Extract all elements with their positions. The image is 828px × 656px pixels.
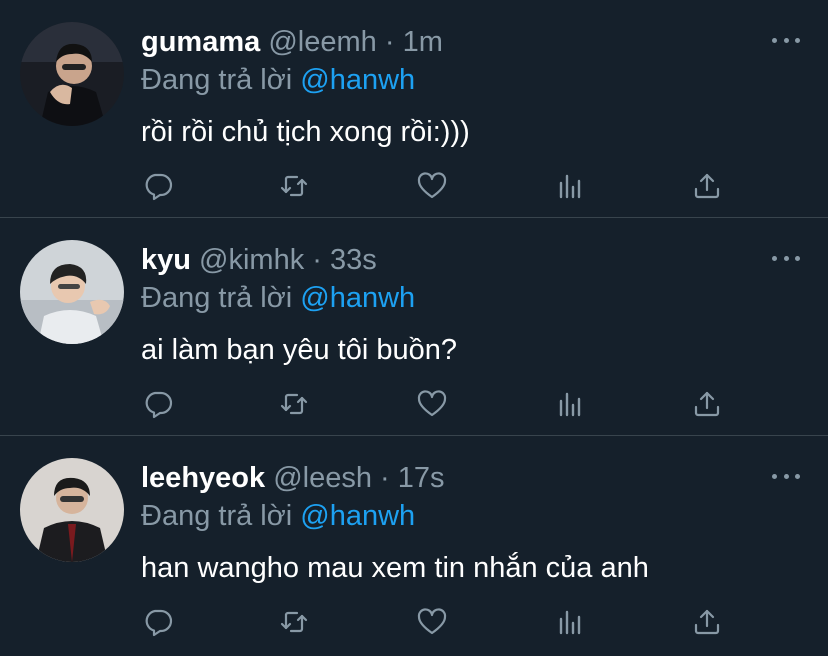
- display-name[interactable]: leehyeok: [141, 462, 265, 494]
- mention-link[interactable]: @hanwh: [300, 64, 415, 96]
- separator-dot: ·: [380, 462, 390, 494]
- tweet-header: leehyeok @leesh · 17s: [141, 460, 445, 496]
- reply-icon[interactable]: [140, 604, 176, 640]
- share-icon[interactable]: [689, 604, 725, 640]
- reply-icon[interactable]: [140, 386, 176, 422]
- reply-prefix: Đang trả lời: [141, 282, 293, 314]
- reply-icon[interactable]: [140, 168, 176, 204]
- tweet-actions: [0, 168, 828, 212]
- reply-prefix: Đang trả lời: [141, 500, 293, 532]
- timestamp[interactable]: 33s: [330, 244, 377, 276]
- analytics-icon[interactable]: [552, 386, 588, 422]
- separator-dot: ·: [312, 244, 322, 276]
- display-name[interactable]: gumama: [141, 26, 260, 58]
- reply-prefix: Đang trả lời: [141, 64, 293, 96]
- mention-link[interactable]: @hanwh: [300, 500, 415, 532]
- analytics-icon[interactable]: [552, 168, 588, 204]
- user-handle[interactable]: @leemh: [268, 26, 376, 58]
- retweet-icon[interactable]: [276, 168, 312, 204]
- replying-to: Đang trả lời @hanwh: [141, 62, 415, 98]
- mention-link[interactable]: @hanwh: [300, 282, 415, 314]
- tweet-actions: [0, 604, 828, 648]
- tweet-text: rồi rồi chủ tịch xong rồi:))): [141, 116, 470, 148]
- more-options-icon[interactable]: [772, 466, 800, 486]
- user-handle[interactable]: @leesh: [273, 462, 372, 494]
- tweet-header: kyu @kimhk · 33s: [141, 242, 377, 278]
- replying-to: Đang trả lời @hanwh: [141, 280, 415, 316]
- replying-to: Đang trả lời @hanwh: [141, 498, 415, 534]
- retweet-icon[interactable]: [276, 604, 312, 640]
- tweet[interactable]: kyu @kimhk · 33s Đang trả lời @hanwh ai …: [0, 218, 828, 436]
- tweet[interactable]: gumama @leemh · 1m Đang trả lời @hanwh r…: [0, 0, 828, 218]
- avatar[interactable]: [20, 458, 124, 562]
- user-handle[interactable]: @kimhk: [199, 244, 304, 276]
- separator-dot: ·: [384, 26, 395, 58]
- tweet-text: han wangho mau xem tin nhắn của anh: [141, 552, 649, 584]
- avatar-image: [20, 458, 124, 562]
- like-icon[interactable]: [414, 386, 450, 422]
- tweet-text: ai làm bạn yêu tôi buồn?: [141, 334, 457, 366]
- tweet-actions: [0, 386, 828, 430]
- tweet-header: gumama @leemh · 1m: [141, 24, 443, 60]
- share-icon[interactable]: [689, 386, 725, 422]
- avatar[interactable]: [20, 22, 124, 126]
- avatar[interactable]: [20, 240, 124, 344]
- tweet[interactable]: leehyeok @leesh · 17s Đang trả lời @hanw…: [0, 436, 828, 654]
- avatar-image: [20, 240, 124, 344]
- like-icon[interactable]: [414, 168, 450, 204]
- analytics-icon[interactable]: [552, 604, 588, 640]
- share-icon[interactable]: [689, 168, 725, 204]
- more-options-icon[interactable]: [772, 248, 800, 268]
- timestamp[interactable]: 17s: [398, 462, 445, 494]
- tweet-feed: gumama @leemh · 1m Đang trả lời @hanwh r…: [0, 0, 828, 656]
- display-name[interactable]: kyu: [141, 244, 191, 276]
- retweet-icon[interactable]: [276, 386, 312, 422]
- like-icon[interactable]: [414, 604, 450, 640]
- more-options-icon[interactable]: [772, 30, 800, 50]
- timestamp[interactable]: 1m: [403, 26, 443, 58]
- avatar-image: [20, 22, 124, 126]
